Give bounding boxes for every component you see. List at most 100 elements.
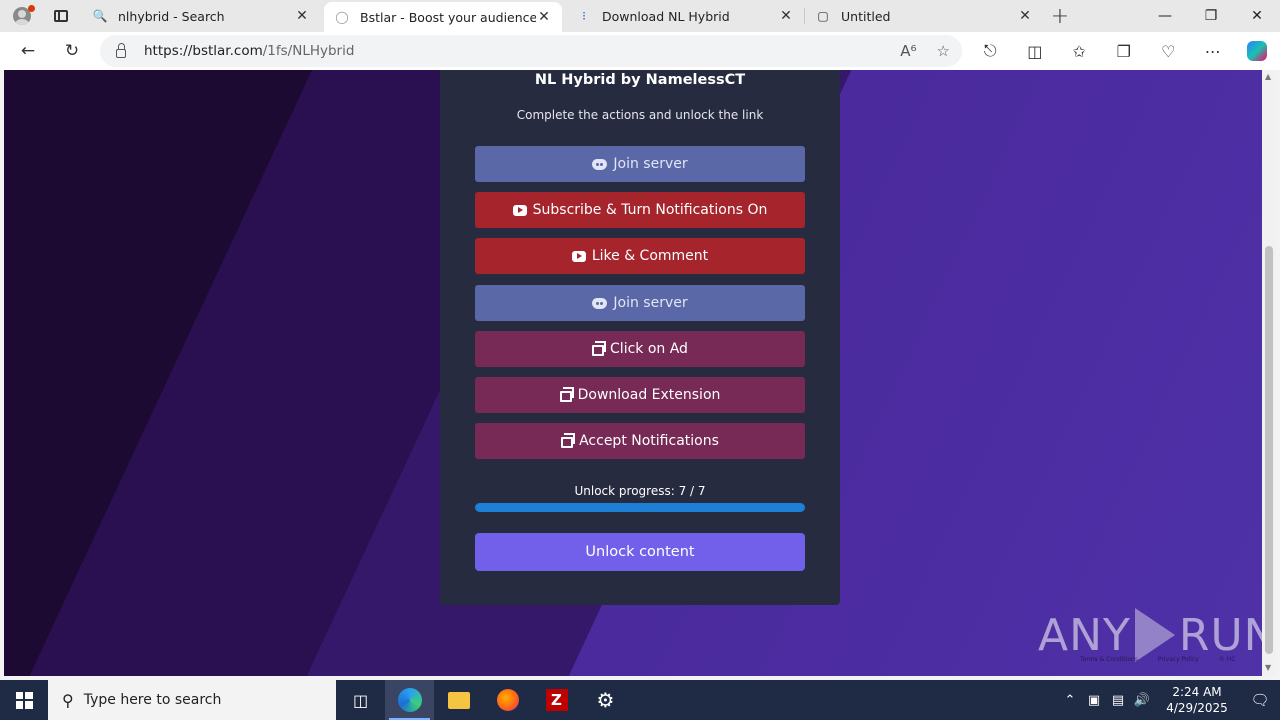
unlock-content-button[interactable]: Unlock content <box>475 533 805 571</box>
clock-time: 2:24 AM <box>1172 685 1222 699</box>
back-arrow-icon: ← <box>20 41 36 61</box>
discord-icon <box>592 158 608 170</box>
browser-essentials-button[interactable]: ♡ <box>1146 32 1191 70</box>
collections-icon: ❐ <box>1116 41 1131 61</box>
filezilla-icon: Z <box>545 689 568 711</box>
download-extension-button[interactable]: Download Extension <box>475 377 805 413</box>
settings-menu-button[interactable]: ⋯ <box>1191 32 1236 70</box>
tab-search[interactable]: 🔍 nlhybrid - Search ✕ <box>82 0 320 32</box>
watermark-left: ANY <box>1038 609 1131 661</box>
copilot-icon <box>1247 41 1268 61</box>
copilot-button[interactable] <box>1235 32 1280 70</box>
new-tab-button[interactable]: + <box>1043 0 1077 32</box>
refresh-icon: ↻ <box>64 41 80 61</box>
play-icon <box>1134 608 1175 662</box>
click-ad-button[interactable]: Click on Ad <box>475 331 805 367</box>
like-comment-button[interactable]: Like & Comment <box>475 238 805 274</box>
page-icon: ▢ <box>817 9 829 23</box>
folder-icon <box>447 691 470 709</box>
copyright-text: © HC <box>1218 656 1236 663</box>
gear-icon: ⚙ <box>596 688 615 712</box>
firefox-icon <box>496 689 519 711</box>
address-bar[interactable]: https://bstlar.com/1fs/NLHybrid A⁶ ☆ <box>100 35 962 67</box>
network-icon[interactable]: ▤ <box>1106 693 1130 708</box>
notification-dot <box>28 5 35 12</box>
scroll-down-icon[interactable]: ▼ <box>1265 663 1271 672</box>
loading-icon: ⁝ <box>582 9 586 23</box>
footer-links: Terms & Conditions Privacy Policy © HC <box>1080 656 1235 663</box>
read-aloud-icon[interactable]: A⁶ <box>900 42 916 60</box>
discord-icon <box>592 297 608 309</box>
edge-icon <box>397 688 422 712</box>
join-server-button-1[interactable]: Join server <box>475 146 805 182</box>
volume-icon[interactable]: 🔊 <box>1130 693 1154 708</box>
chat-icon: ◯ <box>335 10 349 24</box>
action-label: Join server <box>613 156 688 172</box>
taskbar-search[interactable]: ⚲ Type here to search <box>48 680 336 720</box>
taskbar-filezilla[interactable]: Z <box>532 680 581 720</box>
tab-title: nlhybrid - Search <box>118 8 225 24</box>
search-placeholder: Type here to search <box>83 692 222 708</box>
action-label: Accept Notifications <box>579 433 719 449</box>
anyrun-watermark: ANY RUN <box>1038 608 1262 662</box>
taskbar-edge[interactable] <box>385 680 434 720</box>
close-tab-icon[interactable]: ✕ <box>536 9 552 25</box>
profile-button[interactable] <box>0 0 44 32</box>
tab-untitled[interactable]: ▢ Untitled ✕ <box>805 0 1043 32</box>
page-scrollbar[interactable]: ▲ ▼ <box>1262 70 1276 676</box>
minimize-icon[interactable]: — <box>1142 0 1188 32</box>
unlock-card: NL Hybrid by NamelessCT Complete the act… <box>440 70 840 605</box>
window-controls: — ❐ ✕ <box>1142 0 1280 32</box>
browser-toolbar: ← ↻ https://bstlar.com/1fs/NLHybrid A⁶ ☆… <box>0 32 1280 70</box>
start-button[interactable] <box>0 680 48 720</box>
chevron-up-icon[interactable]: ⌃ <box>1058 693 1082 708</box>
copy-icon <box>559 387 574 402</box>
accept-notifications-button[interactable]: Accept Notifications <box>475 423 805 459</box>
close-window-icon[interactable]: ✕ <box>1234 0 1280 32</box>
unlock-progress-fill <box>475 503 805 512</box>
split-screen-button[interactable]: ◫ <box>1013 32 1058 70</box>
taskbar-firefox[interactable] <box>483 680 532 720</box>
extensions-button[interactable]: ⎋ <box>968 32 1013 70</box>
close-tab-icon[interactable]: ✕ <box>1017 8 1033 24</box>
split-screen-icon: ◫ <box>1027 41 1043 61</box>
youtube-icon <box>571 250 586 262</box>
close-tab-icon[interactable]: ✕ <box>294 8 310 24</box>
windows-taskbar: ⚲ Type here to search ◫ Z ⚙ ⌃ ▣ ▤ 🔊 2:24… <box>0 680 1280 720</box>
system-tray: ⌃ ▣ ▤ 🔊 2:24 AM 4/29/2025 🗨 <box>1058 680 1280 720</box>
action-label: Click on Ad <box>610 341 688 357</box>
clock[interactable]: 2:24 AM 4/29/2025 <box>1154 684 1240 716</box>
collections-button[interactable]: ❐ <box>1102 32 1147 70</box>
scroll-up-icon[interactable]: ▲ <box>1265 72 1271 81</box>
tab-download[interactable]: ⁝ Download NL Hybrid ✕ <box>566 0 804 32</box>
tab-actions-button[interactable] <box>44 0 78 32</box>
back-button[interactable]: ← <box>6 32 50 70</box>
subscribe-button[interactable]: Subscribe & Turn Notifications On <box>475 192 805 228</box>
device-icon[interactable]: ▣ <box>1082 693 1106 708</box>
restore-icon[interactable]: ❐ <box>1188 0 1234 32</box>
page-title: NL Hybrid by NamelessCT <box>534 72 746 88</box>
unlock-progress-bar <box>475 503 805 512</box>
youtube-icon <box>512 204 527 216</box>
url-text: https://bstlar.com/1fs/NLHybrid <box>144 43 354 59</box>
terms-link[interactable]: Terms & Conditions <box>1080 656 1138 663</box>
search-icon: ⚲ <box>62 690 74 710</box>
favorite-star-icon[interactable]: ☆ <box>937 42 950 60</box>
refresh-button[interactable]: ↻ <box>50 32 94 70</box>
taskbar-settings[interactable]: ⚙ <box>581 680 630 720</box>
toolbar-right: ⎋ ◫ ✩ ❐ ♡ ⋯ <box>968 32 1280 70</box>
tab-actions-icon <box>54 10 68 22</box>
favorites-button[interactable]: ✩ <box>1057 32 1102 70</box>
tab-bstlar[interactable]: ◯ Bstlar - Boost your audience ✕ <box>324 2 562 32</box>
action-label: Download Extension <box>577 387 721 403</box>
url-host: https://bstlar.com <box>144 43 263 59</box>
copy-icon <box>561 433 576 448</box>
privacy-link[interactable]: Privacy Policy <box>1158 656 1199 663</box>
join-server-button-2[interactable]: Join server <box>475 285 805 321</box>
task-view-button[interactable]: ◫ <box>336 680 385 720</box>
scrollbar-thumb[interactable] <box>1265 246 1273 654</box>
notification-center-icon[interactable]: 🗨 <box>1240 691 1280 709</box>
puzzle-icon: ⎋ <box>983 41 997 60</box>
close-tab-icon[interactable]: ✕ <box>778 8 794 24</box>
taskbar-file-explorer[interactable] <box>434 680 483 720</box>
